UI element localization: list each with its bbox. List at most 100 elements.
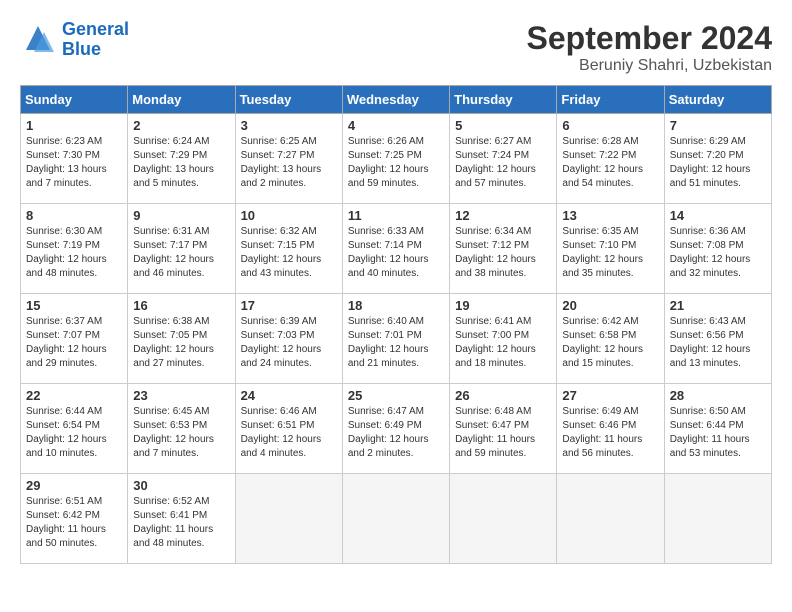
day-info-8: Sunrise: 6:30 AM Sunset: 7:19 PM Dayligh… [26,225,122,281]
day-info-29: Sunrise: 6:51 AM Sunset: 6:42 PM Dayligh… [26,495,122,551]
month-title: September 2024 [527,20,772,57]
day-number-22: 22 [26,388,122,403]
calendar-week-2: 8 Sunrise: 6:30 AM Sunset: 7:19 PM Dayli… [21,204,772,294]
day-cell-13: 13 Sunrise: 6:35 AM Sunset: 7:10 PM Dayl… [557,204,664,294]
day-info-14: Sunrise: 6:36 AM Sunset: 7:08 PM Dayligh… [670,225,766,281]
day-number-8: 8 [26,208,122,223]
day-cell-17: 17 Sunrise: 6:39 AM Sunset: 7:03 PM Dayl… [235,294,342,384]
calendar-table: Sunday Monday Tuesday Wednesday Thursday… [20,85,772,564]
day-cell-3: 3 Sunrise: 6:25 AM Sunset: 7:27 PM Dayli… [235,114,342,204]
day-number-26: 26 [455,388,551,403]
day-info-5: Sunrise: 6:27 AM Sunset: 7:24 PM Dayligh… [455,135,551,191]
day-cell-10: 10 Sunrise: 6:32 AM Sunset: 7:15 PM Dayl… [235,204,342,294]
day-cell-23: 23 Sunrise: 6:45 AM Sunset: 6:53 PM Dayl… [128,384,235,474]
day-number-24: 24 [241,388,337,403]
calendar-week-5: 29 Sunrise: 6:51 AM Sunset: 6:42 PM Dayl… [21,474,772,564]
day-info-9: Sunrise: 6:31 AM Sunset: 7:17 PM Dayligh… [133,225,229,281]
day-number-9: 9 [133,208,229,223]
day-info-22: Sunrise: 6:44 AM Sunset: 6:54 PM Dayligh… [26,405,122,461]
day-info-21: Sunrise: 6:43 AM Sunset: 6:56 PM Dayligh… [670,315,766,371]
empty-cell [235,474,342,564]
day-info-13: Sunrise: 6:35 AM Sunset: 7:10 PM Dayligh… [562,225,658,281]
day-number-2: 2 [133,118,229,133]
day-info-12: Sunrise: 6:34 AM Sunset: 7:12 PM Dayligh… [455,225,551,281]
day-info-26: Sunrise: 6:48 AM Sunset: 6:47 PM Dayligh… [455,405,551,461]
header-thursday: Thursday [450,86,557,114]
day-number-5: 5 [455,118,551,133]
day-info-30: Sunrise: 6:52 AM Sunset: 6:41 PM Dayligh… [133,495,229,551]
day-number-11: 11 [348,208,444,223]
header-monday: Monday [128,86,235,114]
day-info-19: Sunrise: 6:41 AM Sunset: 7:00 PM Dayligh… [455,315,551,371]
calendar-week-1: 1 Sunrise: 6:23 AM Sunset: 7:30 PM Dayli… [21,114,772,204]
day-cell-27: 27 Sunrise: 6:49 AM Sunset: 6:46 PM Dayl… [557,384,664,474]
day-number-7: 7 [670,118,766,133]
day-number-13: 13 [562,208,658,223]
empty-cell [450,474,557,564]
day-cell-28: 28 Sunrise: 6:50 AM Sunset: 6:44 PM Dayl… [664,384,771,474]
header-sunday: Sunday [21,86,128,114]
day-info-3: Sunrise: 6:25 AM Sunset: 7:27 PM Dayligh… [241,135,337,191]
day-info-20: Sunrise: 6:42 AM Sunset: 6:58 PM Dayligh… [562,315,658,371]
day-info-27: Sunrise: 6:49 AM Sunset: 6:46 PM Dayligh… [562,405,658,461]
day-cell-20: 20 Sunrise: 6:42 AM Sunset: 6:58 PM Dayl… [557,294,664,384]
day-cell-22: 22 Sunrise: 6:44 AM Sunset: 6:54 PM Dayl… [21,384,128,474]
logo: General Blue [20,20,129,60]
logo-blue: Blue [62,39,101,59]
day-info-2: Sunrise: 6:24 AM Sunset: 7:29 PM Dayligh… [133,135,229,191]
day-info-15: Sunrise: 6:37 AM Sunset: 7:07 PM Dayligh… [26,315,122,371]
day-number-19: 19 [455,298,551,313]
day-cell-30: 30 Sunrise: 6:52 AM Sunset: 6:41 PM Dayl… [128,474,235,564]
day-cell-29: 29 Sunrise: 6:51 AM Sunset: 6:42 PM Dayl… [21,474,128,564]
day-info-7: Sunrise: 6:29 AM Sunset: 7:20 PM Dayligh… [670,135,766,191]
day-info-28: Sunrise: 6:50 AM Sunset: 6:44 PM Dayligh… [670,405,766,461]
day-cell-1: 1 Sunrise: 6:23 AM Sunset: 7:30 PM Dayli… [21,114,128,204]
weekday-header-row: Sunday Monday Tuesday Wednesday Thursday… [21,86,772,114]
page-header: General Blue September 2024 Beruniy Shah… [20,20,772,75]
day-number-27: 27 [562,388,658,403]
day-number-21: 21 [670,298,766,313]
day-number-6: 6 [562,118,658,133]
day-number-25: 25 [348,388,444,403]
day-info-11: Sunrise: 6:33 AM Sunset: 7:14 PM Dayligh… [348,225,444,281]
day-info-10: Sunrise: 6:32 AM Sunset: 7:15 PM Dayligh… [241,225,337,281]
day-info-23: Sunrise: 6:45 AM Sunset: 6:53 PM Dayligh… [133,405,229,461]
day-cell-19: 19 Sunrise: 6:41 AM Sunset: 7:00 PM Dayl… [450,294,557,384]
day-cell-7: 7 Sunrise: 6:29 AM Sunset: 7:20 PM Dayli… [664,114,771,204]
header-wednesday: Wednesday [342,86,449,114]
header-friday: Friday [557,86,664,114]
logo-general: General [62,19,129,39]
day-number-18: 18 [348,298,444,313]
day-number-20: 20 [562,298,658,313]
day-cell-6: 6 Sunrise: 6:28 AM Sunset: 7:22 PM Dayli… [557,114,664,204]
day-cell-15: 15 Sunrise: 6:37 AM Sunset: 7:07 PM Dayl… [21,294,128,384]
day-number-29: 29 [26,478,122,493]
day-cell-18: 18 Sunrise: 6:40 AM Sunset: 7:01 PM Dayl… [342,294,449,384]
day-cell-4: 4 Sunrise: 6:26 AM Sunset: 7:25 PM Dayli… [342,114,449,204]
day-number-3: 3 [241,118,337,133]
day-number-1: 1 [26,118,122,133]
logo-icon [20,22,56,58]
day-info-6: Sunrise: 6:28 AM Sunset: 7:22 PM Dayligh… [562,135,658,191]
calendar-week-4: 22 Sunrise: 6:44 AM Sunset: 6:54 PM Dayl… [21,384,772,474]
day-cell-5: 5 Sunrise: 6:27 AM Sunset: 7:24 PM Dayli… [450,114,557,204]
day-number-30: 30 [133,478,229,493]
day-number-28: 28 [670,388,766,403]
day-info-4: Sunrise: 6:26 AM Sunset: 7:25 PM Dayligh… [348,135,444,191]
calendar-week-3: 15 Sunrise: 6:37 AM Sunset: 7:07 PM Dayl… [21,294,772,384]
day-number-14: 14 [670,208,766,223]
location-title: Beruniy Shahri, Uzbekistan [527,57,772,75]
day-number-17: 17 [241,298,337,313]
day-number-16: 16 [133,298,229,313]
day-cell-25: 25 Sunrise: 6:47 AM Sunset: 6:49 PM Dayl… [342,384,449,474]
day-cell-9: 9 Sunrise: 6:31 AM Sunset: 7:17 PM Dayli… [128,204,235,294]
day-cell-16: 16 Sunrise: 6:38 AM Sunset: 7:05 PM Dayl… [128,294,235,384]
day-number-4: 4 [348,118,444,133]
day-cell-26: 26 Sunrise: 6:48 AM Sunset: 6:47 PM Dayl… [450,384,557,474]
header-saturday: Saturday [664,86,771,114]
day-number-15: 15 [26,298,122,313]
day-cell-2: 2 Sunrise: 6:24 AM Sunset: 7:29 PM Dayli… [128,114,235,204]
day-info-24: Sunrise: 6:46 AM Sunset: 6:51 PM Dayligh… [241,405,337,461]
empty-cell [664,474,771,564]
day-cell-24: 24 Sunrise: 6:46 AM Sunset: 6:51 PM Dayl… [235,384,342,474]
